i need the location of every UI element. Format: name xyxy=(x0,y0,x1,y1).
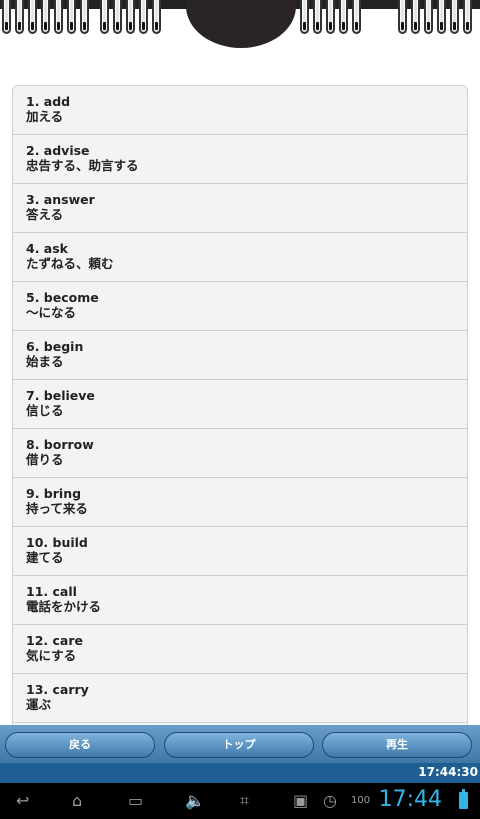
word-japanese: 信じる xyxy=(26,403,64,418)
status-time: 17:44:30 xyxy=(418,765,478,779)
back-nav-icon[interactable]: ↩ xyxy=(16,791,29,810)
list-item[interactable]: 8. borrow 借りる xyxy=(13,429,467,478)
back-button[interactable]: 戻る xyxy=(5,732,155,758)
word-japanese: 建てる xyxy=(26,550,64,565)
word-japanese: 始まる xyxy=(26,354,64,369)
list-item[interactable]: 6. begin 始まる xyxy=(13,331,467,380)
word-english: 13. carry xyxy=(26,682,89,697)
play-button[interactable]: 再生 xyxy=(322,732,472,758)
list-item[interactable]: 10. build 建てる xyxy=(13,527,467,576)
battery-icon xyxy=(459,789,468,809)
word-english: 7. believe xyxy=(26,388,95,403)
word-english: 1. add xyxy=(26,94,71,109)
top-button[interactable]: トップ xyxy=(164,732,314,758)
word-english: 6. begin xyxy=(26,339,84,354)
word-english: 11. call xyxy=(26,584,77,599)
word-japanese: 答える xyxy=(26,207,64,222)
screenshot-icon[interactable]: ⌗ xyxy=(240,791,249,811)
spiral-rings-left xyxy=(2,0,89,34)
bottom-button-bar: 戻る トップ 再生 xyxy=(0,725,480,763)
list-item[interactable]: 4. ask たずねる、頼む xyxy=(13,233,467,282)
word-english: 8. borrow xyxy=(26,437,94,452)
word-english: 2. advise xyxy=(26,143,90,158)
word-list[interactable]: 1. add 加える 2. advise 忠告する、助言する 3. answer 答え… xyxy=(12,85,468,725)
spiral-rings-mid-left xyxy=(100,0,161,34)
volume-icon[interactable]: 🔈 xyxy=(185,791,205,810)
list-item[interactable]: 5. become 〜になる xyxy=(13,282,467,331)
nav-clock: 17:44 xyxy=(378,787,442,812)
word-english: 5. become xyxy=(26,290,99,305)
recent-apps-icon[interactable]: ▭ xyxy=(128,791,143,810)
list-item[interactable]: 3. answer 答える xyxy=(13,184,467,233)
word-japanese: 〜になる xyxy=(26,305,77,320)
word-english: 12. care xyxy=(26,633,83,648)
word-japanese: 加える xyxy=(26,109,64,124)
word-english: 3. answer xyxy=(26,192,95,207)
gallery-icon: ▣ xyxy=(293,791,309,810)
word-japanese: 持って来る xyxy=(26,501,88,516)
word-english: 4. ask xyxy=(26,241,68,256)
word-japanese: 電話をかける xyxy=(26,599,102,614)
list-item[interactable]: 11. call 電話をかける xyxy=(13,576,467,625)
spiral-binding-header xyxy=(0,0,480,60)
word-english: 10. build xyxy=(26,535,88,550)
word-japanese: 運ぶ xyxy=(26,697,52,712)
signal-icon: 100 xyxy=(351,795,371,806)
spiral-rings-mid-right xyxy=(300,0,361,34)
word-japanese: 借りる xyxy=(26,452,64,467)
word-japanese: 忠告する、助言する xyxy=(26,158,139,173)
list-item[interactable]: 2. advise 忠告する、助言する xyxy=(13,135,467,184)
binding-hole xyxy=(186,0,296,48)
spiral-rings-right xyxy=(398,0,472,34)
android-nav-bar: ↩ ⌂ ▭ 🔈 ⌗ ▣ ◷ 100 17:44 xyxy=(0,783,480,819)
alarm-icon: ◷ xyxy=(323,791,337,810)
word-japanese: 気にする xyxy=(26,648,77,663)
list-item[interactable]: 13. carry 運ぶ xyxy=(13,674,467,723)
home-nav-icon[interactable]: ⌂ xyxy=(72,791,82,810)
list-item[interactable]: 7. believe 信じる xyxy=(13,380,467,429)
time-bar: 17:44:30 xyxy=(0,763,480,783)
word-english: 9. bring xyxy=(26,486,82,501)
list-item[interactable]: 12. care 気にする xyxy=(13,625,467,674)
list-item[interactable]: 1. add 加える xyxy=(13,86,467,135)
word-japanese: たずねる、頼む xyxy=(26,256,114,271)
list-item[interactable]: 9. bring 持って来る xyxy=(13,478,467,527)
